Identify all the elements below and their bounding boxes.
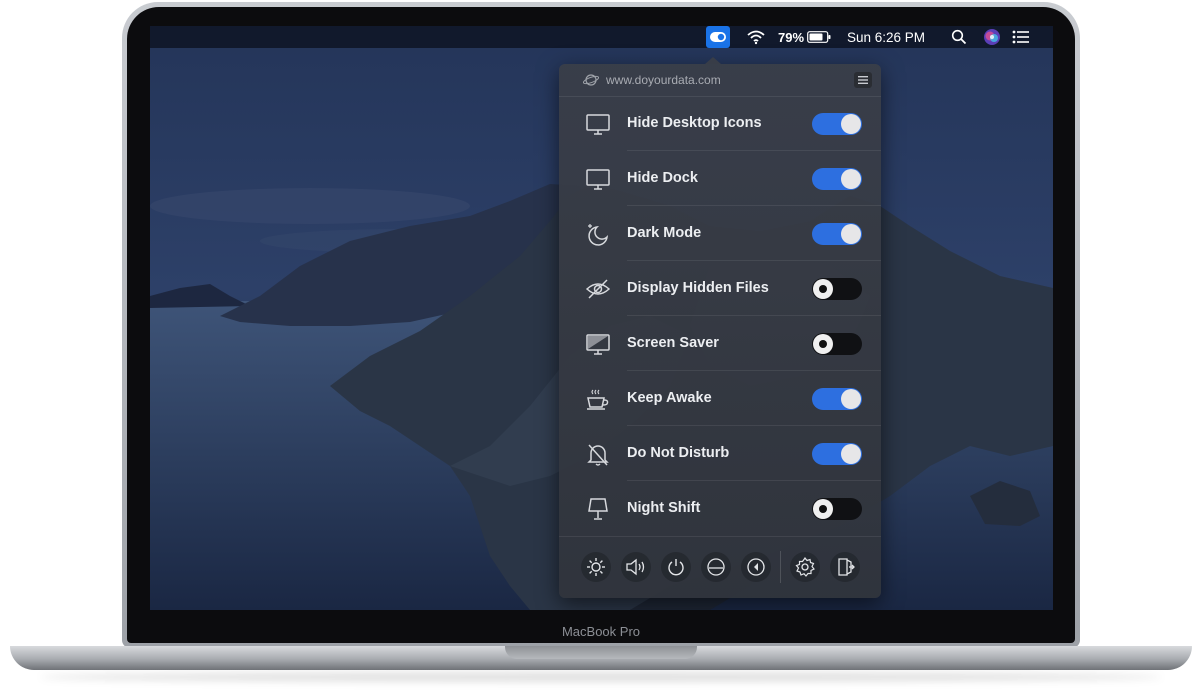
- wifi-icon[interactable]: [746, 26, 766, 48]
- toggle-switch[interactable]: [812, 333, 862, 355]
- toggle-switch[interactable]: [812, 113, 862, 135]
- screen: 79% Sun 6:26 PM www.doyourdata.com Hide …: [150, 26, 1053, 610]
- row-label: Dark Mode: [627, 225, 702, 241]
- website-link[interactable]: www.doyourdata.com: [606, 73, 721, 87]
- row-night-shift[interactable]: Night Shift: [559, 481, 881, 536]
- moon-icon: [585, 221, 611, 247]
- panel-header: www.doyourdata.com: [559, 64, 881, 97]
- battery-percent: 79%: [778, 29, 805, 45]
- eye-slash-icon: [585, 276, 611, 302]
- toggle-switch[interactable]: [812, 278, 862, 300]
- power-icon[interactable]: [661, 552, 691, 582]
- row-do-not-disturb[interactable]: Do Not Disturb: [559, 426, 881, 481]
- bell-slash-icon: [585, 441, 611, 467]
- row-screen-saver[interactable]: Screen Saver: [559, 316, 881, 371]
- row-label: Display Hidden Files: [627, 280, 769, 296]
- menu-hamburger-icon[interactable]: [854, 72, 872, 88]
- app-menu-icon[interactable]: [705, 26, 731, 48]
- monitor-icon: [585, 166, 611, 192]
- monitor-icon: [585, 111, 611, 137]
- laptop-shadow: [40, 672, 1162, 682]
- back-icon[interactable]: [741, 552, 771, 582]
- spotlight-search-icon[interactable]: [951, 26, 967, 48]
- row-label: Screen Saver: [627, 335, 719, 351]
- brightness-icon[interactable]: [581, 552, 611, 582]
- row-label: Hide Desktop Icons: [627, 115, 762, 131]
- row-display-hidden-files[interactable]: Display Hidden Files: [559, 261, 881, 316]
- row-dark-mode[interactable]: Dark Mode: [559, 206, 881, 261]
- row-label: Hide Dock: [627, 170, 698, 186]
- notification-center-icon[interactable]: [1012, 26, 1030, 48]
- row-label: Keep Awake: [627, 390, 712, 406]
- row-label: Night Shift: [627, 500, 701, 516]
- row-hide-desktop-icons[interactable]: Hide Desktop Icons: [559, 96, 881, 151]
- eject-icon[interactable]: [701, 552, 731, 582]
- laptop-notch: [505, 646, 697, 659]
- toggle-switch[interactable]: [812, 498, 862, 520]
- lamp-icon: [585, 496, 611, 522]
- menu-bar: 79% Sun 6:26 PM: [150, 26, 1053, 48]
- coffee-cup-icon: [585, 386, 611, 412]
- row-hide-dock[interactable]: Hide Dock: [559, 151, 881, 206]
- toolbar-divider: [780, 551, 781, 583]
- one-switch-panel: www.doyourdata.com Hide Desktop Icons Hi…: [559, 57, 881, 599]
- siri-icon[interactable]: [983, 26, 1001, 48]
- row-keep-awake[interactable]: Keep Awake: [559, 371, 881, 426]
- panel-arrow: [705, 57, 721, 64]
- globe-icon: [582, 73, 600, 92]
- toggle-switch[interactable]: [812, 168, 862, 190]
- toggle-switch[interactable]: [812, 388, 862, 410]
- screen-saver-icon: [585, 331, 611, 357]
- toggle-switch[interactable]: [812, 443, 862, 465]
- device-label: MacBook Pro: [561, 624, 641, 639]
- row-label: Do Not Disturb: [627, 445, 730, 461]
- volume-icon[interactable]: [621, 552, 651, 582]
- toggle-switch[interactable]: [812, 223, 862, 245]
- battery-icon[interactable]: [807, 26, 831, 48]
- bottom-toolbar: [559, 536, 881, 599]
- menu-clock[interactable]: Sun 6:26 PM: [847, 26, 925, 48]
- settings-gear-icon[interactable]: [790, 552, 820, 582]
- exit-icon[interactable]: [830, 552, 860, 582]
